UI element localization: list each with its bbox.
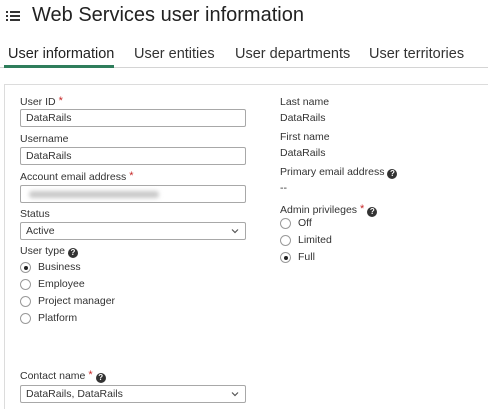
chevron-down-icon bbox=[231, 392, 239, 397]
radio-button[interactable] bbox=[280, 218, 291, 229]
first-name-label: First name bbox=[280, 131, 330, 143]
page-header: Web Services user information bbox=[0, 0, 488, 30]
primary-email-label: Primary email address? bbox=[280, 166, 398, 179]
last-name-value: DataRails bbox=[280, 112, 326, 124]
user-id-input[interactable] bbox=[20, 109, 246, 127]
first-name-value: DataRails bbox=[280, 147, 326, 159]
active-tab-indicator bbox=[4, 65, 114, 68]
primary-email-value: -- bbox=[280, 182, 287, 194]
tab-user-territories[interactable]: User territories bbox=[369, 46, 464, 62]
account-email-label: Account email address * bbox=[20, 170, 134, 183]
account-email-input[interactable] bbox=[20, 185, 246, 203]
contact-name-select[interactable]: DataRails, DataRails bbox=[20, 385, 246, 403]
help-icon[interactable]: ? bbox=[95, 373, 106, 383]
tab-user-departments[interactable]: User departments bbox=[235, 46, 350, 62]
user-type-label: User type? bbox=[20, 245, 78, 258]
help-icon[interactable]: ? bbox=[387, 169, 398, 179]
list-menu-icon[interactable] bbox=[6, 10, 20, 22]
radio-button[interactable] bbox=[280, 252, 291, 263]
user-info-panel: User ID* Username Account email address*… bbox=[4, 84, 488, 409]
required-marker: * bbox=[88, 369, 93, 381]
username-label: Username bbox=[20, 133, 69, 145]
required-marker: * bbox=[360, 203, 365, 215]
username-input[interactable] bbox=[20, 147, 246, 165]
radio-button[interactable] bbox=[280, 235, 291, 246]
required-marker: * bbox=[58, 95, 63, 107]
tab-user-information[interactable]: User information bbox=[8, 46, 114, 62]
user-id-label: User ID * bbox=[20, 95, 63, 108]
radio-button[interactable] bbox=[20, 279, 31, 290]
help-icon[interactable]: ? bbox=[67, 248, 78, 258]
page-title: Web Services user information bbox=[32, 4, 304, 26]
help-icon[interactable]: ? bbox=[367, 207, 378, 217]
contact-name-label: Contact name *? bbox=[20, 369, 106, 383]
redacted-value bbox=[29, 191, 159, 198]
status-label: Status bbox=[20, 208, 50, 220]
admin-privileges-label: Admin privileges *? bbox=[280, 203, 378, 217]
radio-button[interactable] bbox=[20, 313, 31, 324]
radio-button[interactable] bbox=[20, 296, 31, 307]
status-value: Active bbox=[26, 225, 55, 237]
contact-name-value: DataRails, DataRails bbox=[26, 388, 123, 400]
tab-user-entities[interactable]: User entities bbox=[134, 46, 215, 62]
radio-button[interactable] bbox=[20, 262, 31, 273]
tab-bar: User information User entities User depa… bbox=[0, 38, 488, 68]
status-select[interactable]: Active bbox=[20, 222, 246, 240]
chevron-down-icon bbox=[231, 229, 239, 234]
last-name-label: Last name bbox=[280, 96, 330, 108]
required-marker: * bbox=[129, 170, 134, 182]
